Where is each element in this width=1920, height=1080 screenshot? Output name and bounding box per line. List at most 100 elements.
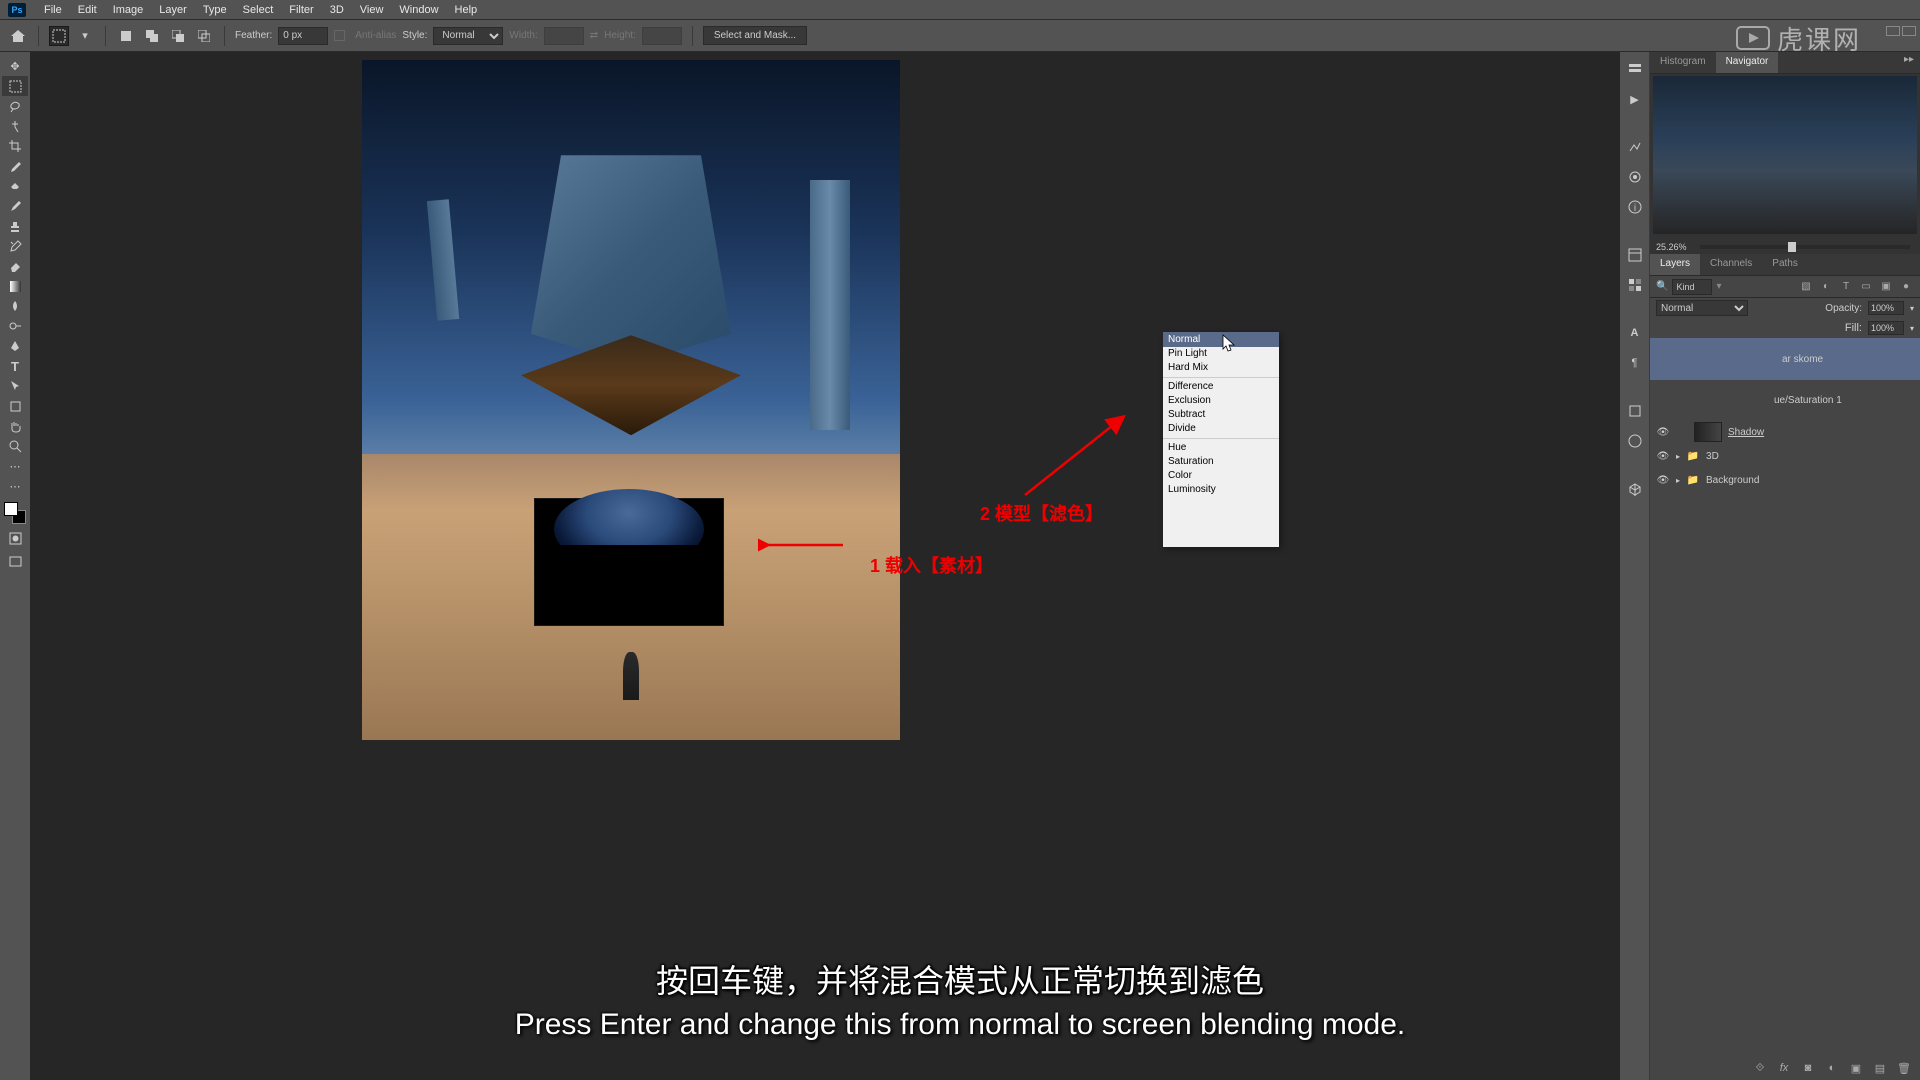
layers-list[interactable]: ar skome ue/Saturation 1 👁 Shadow 👁 ▸ 📁 … xyxy=(1650,338,1920,1056)
link-layers-icon[interactable]: ⟐ xyxy=(1752,1060,1768,1076)
layer-name[interactable]: ar skome xyxy=(1782,354,1914,365)
visibility-icon[interactable]: 👁 xyxy=(1656,475,1670,486)
move-tool-icon[interactable]: ✥ xyxy=(2,56,28,76)
filter-pixel-icon[interactable]: ▧ xyxy=(1798,279,1814,295)
zoom-tool-icon[interactable] xyxy=(2,436,28,456)
layer-row[interactable]: 👁 ▸ 📁 3D xyxy=(1650,444,1920,468)
placed-image[interactable] xyxy=(534,498,724,626)
canvas-area[interactable] xyxy=(30,52,1620,1080)
layer-fx-icon[interactable]: fx xyxy=(1776,1060,1792,1076)
history-brush-tool-icon[interactable] xyxy=(2,236,28,256)
styles-panel-icon[interactable] xyxy=(1624,166,1646,188)
marquee-tool-icon[interactable] xyxy=(49,26,69,46)
layer-row[interactable]: 👁 ▸ 📁 Background xyxy=(1650,468,1920,492)
crop-tool-icon[interactable] xyxy=(2,136,28,156)
menu-view[interactable]: View xyxy=(352,2,392,18)
healing-tool-icon[interactable] xyxy=(2,176,28,196)
dropdown-item[interactable]: Subtract xyxy=(1163,408,1279,422)
hand-tool-icon[interactable] xyxy=(2,416,28,436)
intersect-selection-icon[interactable] xyxy=(194,26,214,46)
paragraph-panel-icon[interactable]: ¶ xyxy=(1624,352,1646,374)
blend-mode-dropdown[interactable]: Normal Pin Light Hard Mix Difference Exc… xyxy=(1163,332,1279,547)
menu-filter[interactable]: Filter xyxy=(281,2,321,18)
gradient-tool-icon[interactable] xyxy=(2,276,28,296)
dropdown-item[interactable]: Divide xyxy=(1163,422,1279,436)
home-icon[interactable] xyxy=(8,27,28,45)
dropdown-item[interactable]: Exclusion xyxy=(1163,394,1279,408)
properties-panel-icon[interactable] xyxy=(1624,244,1646,266)
color-panel-icon[interactable] xyxy=(1624,430,1646,452)
chevron-down-icon[interactable]: ▾ xyxy=(75,26,95,46)
filter-type-icon[interactable]: T xyxy=(1838,279,1854,295)
3d-panel-icon[interactable] xyxy=(1624,478,1646,500)
select-and-mask-button[interactable]: Select and Mask... xyxy=(703,26,807,45)
quick-mask-icon[interactable] xyxy=(2,528,28,548)
filter-adjust-icon[interactable]: ◐ xyxy=(1818,279,1834,295)
adjustments-panel-icon[interactable] xyxy=(1624,136,1646,158)
lasso-tool-icon[interactable] xyxy=(2,96,28,116)
zoom-slider[interactable] xyxy=(1700,245,1910,249)
dodge-tool-icon[interactable] xyxy=(2,316,28,336)
menu-image[interactable]: Image xyxy=(105,2,152,18)
dropdown-item[interactable]: Normal xyxy=(1163,332,1279,347)
color-swatch[interactable] xyxy=(4,502,26,524)
stamp-tool-icon[interactable] xyxy=(2,216,28,236)
style-select[interactable]: Normal xyxy=(433,27,503,45)
info-panel-icon[interactable]: i xyxy=(1624,196,1646,218)
brush-tool-icon[interactable] xyxy=(2,196,28,216)
adj-layer-icon[interactable]: ◐ xyxy=(1824,1060,1840,1076)
visibility-icon[interactable]: 👁 xyxy=(1656,451,1670,462)
eraser-tool-icon[interactable] xyxy=(2,256,28,276)
tab-navigator[interactable]: Navigator xyxy=(1716,52,1779,73)
type-tool-icon[interactable]: T xyxy=(2,356,28,376)
fill-input[interactable] xyxy=(1868,321,1904,335)
layer-name[interactable]: 3D xyxy=(1706,451,1914,462)
history-panel-icon[interactable] xyxy=(1624,58,1646,80)
tab-histogram[interactable]: Histogram xyxy=(1650,52,1716,73)
blend-mode-select[interactable]: Normal xyxy=(1656,300,1748,316)
navigator-panel[interactable]: 25.26% xyxy=(1650,74,1920,254)
expand-icon[interactable]: ▸ xyxy=(1676,476,1680,485)
libraries-panel-icon[interactable] xyxy=(1624,400,1646,422)
filter-shape-icon[interactable]: ▭ xyxy=(1858,279,1874,295)
tab-paths[interactable]: Paths xyxy=(1762,254,1808,275)
tab-channels[interactable]: Channels xyxy=(1700,254,1762,275)
navigator-thumbnail[interactable] xyxy=(1653,76,1917,234)
filter-toggle-icon[interactable]: ● xyxy=(1898,279,1914,295)
layer-name[interactable]: Background xyxy=(1706,475,1914,486)
expand-icon[interactable]: ▸ xyxy=(1676,452,1680,461)
eyedropper-tool-icon[interactable] xyxy=(2,156,28,176)
collapse-panels-icon[interactable]: ▸▸ xyxy=(1904,54,1914,65)
document-canvas[interactable] xyxy=(362,60,900,740)
new-layer-icon[interactable]: ▤ xyxy=(1872,1060,1888,1076)
edit-toolbar-icon[interactable]: ⋯ xyxy=(2,456,28,476)
menu-file[interactable]: File xyxy=(36,2,70,18)
dropdown-item[interactable]: Color xyxy=(1163,469,1279,483)
quick-select-tool-icon[interactable] xyxy=(2,116,28,136)
menu-3d[interactable]: 3D xyxy=(322,2,352,18)
layer-name[interactable]: ue/Saturation 1 xyxy=(1774,395,1914,406)
dropdown-item[interactable]: Hue xyxy=(1163,441,1279,455)
shape-tool-icon[interactable] xyxy=(2,396,28,416)
visibility-icon[interactable]: 👁 xyxy=(1656,427,1670,438)
opacity-input[interactable] xyxy=(1868,301,1904,315)
layer-name[interactable]: Shadow xyxy=(1728,427,1914,438)
screen-mode-icon[interactable] xyxy=(2,552,28,572)
tab-layers[interactable]: Layers xyxy=(1650,254,1700,275)
zoom-value[interactable]: 25.26% xyxy=(1656,242,1687,252)
dropdown-item[interactable]: Pin Light xyxy=(1163,347,1279,361)
menu-window[interactable]: Window xyxy=(391,2,446,18)
layer-row[interactable]: ue/Saturation 1 xyxy=(1650,380,1920,420)
dropdown-item[interactable]: Luminosity xyxy=(1163,483,1279,497)
layer-thumbnail[interactable] xyxy=(1694,422,1722,442)
add-selection-icon[interactable] xyxy=(142,26,162,46)
swatches-panel-icon[interactable] xyxy=(1624,274,1646,296)
filter-smart-icon[interactable]: ▣ xyxy=(1878,279,1894,295)
path-select-tool-icon[interactable] xyxy=(2,376,28,396)
dropdown-item[interactable]: Hard Mix xyxy=(1163,361,1279,375)
dropdown-item[interactable]: Saturation xyxy=(1163,455,1279,469)
new-selection-icon[interactable] xyxy=(116,26,136,46)
dropdown-item[interactable]: Difference xyxy=(1163,380,1279,394)
layer-row[interactable]: ar skome xyxy=(1650,338,1920,380)
blur-tool-icon[interactable] xyxy=(2,296,28,316)
